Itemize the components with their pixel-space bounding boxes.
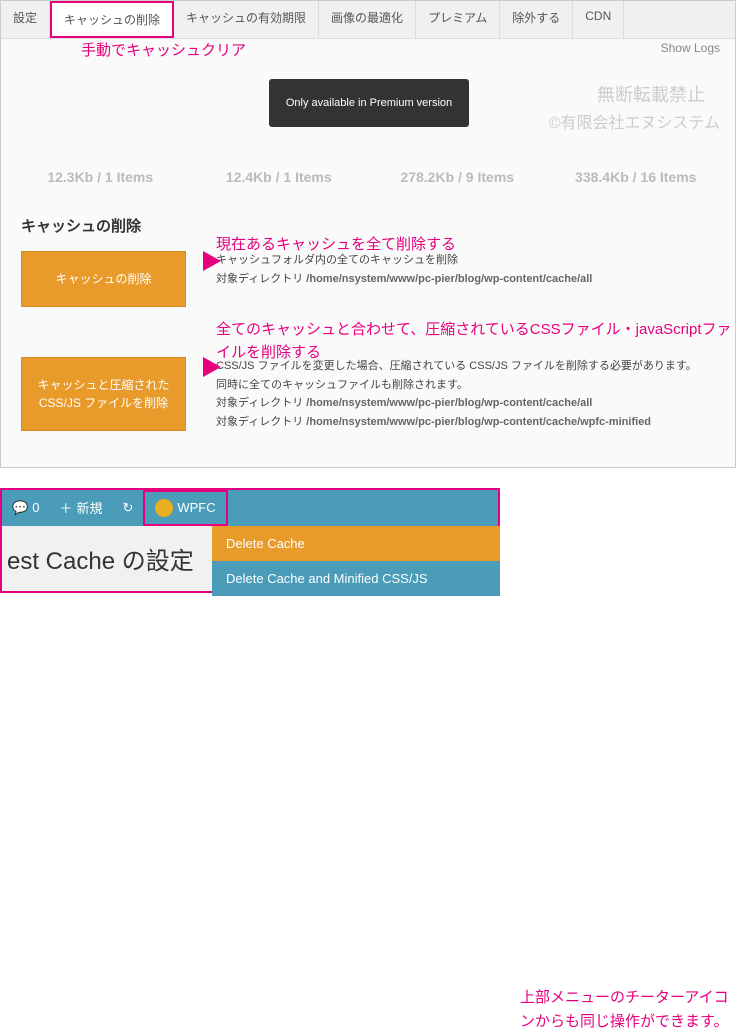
path-text: /home/nsystem/www/pc-pier/blog/wp-conten…: [306, 273, 592, 285]
dropdown-delete-cache[interactable]: Delete Cache: [212, 526, 500, 561]
path-text: /home/nsystem/www/pc-pier/blog/wp-conten…: [306, 397, 592, 409]
wpfc-label: WPFC: [177, 500, 215, 515]
new-label: 新規: [76, 498, 102, 517]
path-text: /home/nsystem/www/pc-pier/blog/wp-conten…: [306, 416, 651, 428]
delete-minified-button[interactable]: キャッシュと圧縮された CSS/JS ファイルを削除: [21, 357, 186, 431]
desc-line: 対象ディレクトリ /home/nsystem/www/pc-pier/blog/…: [216, 413, 715, 432]
tab-cdn[interactable]: CDN: [573, 1, 624, 38]
stat-value: 278.2Kb / 9 Items: [400, 169, 514, 185]
refresh-icon: ↻: [122, 500, 133, 516]
tab-exclude[interactable]: 除外する: [500, 1, 573, 38]
adminbar-comments[interactable]: 💬 0: [2, 490, 49, 526]
cheetah-icon: [155, 499, 173, 517]
tab-image-optimize[interactable]: 画像の最適化: [319, 1, 416, 38]
settings-panel: 設定 キャッシュの削除 キャッシュの有効期限 画像の最適化 プレミアム 除外する…: [0, 0, 736, 468]
action-delete-minified: キャッシュと圧縮された CSS/JS ファイルを削除 CSS/JS ファイルを変…: [21, 357, 715, 432]
annotation-adminbar: 上部メニューのチーターアイコンからも同じ操作ができます。: [520, 986, 730, 1034]
desc-line: 同時に全てのキャッシュファイルも削除されます。: [216, 376, 715, 395]
comment-count: 0: [32, 500, 39, 515]
stat-value: 338.4Kb / 16 Items: [575, 169, 696, 185]
action-delete-cache: キャッシュの削除 キャッシュフォルダ内の全てのキャッシュを削除 対象ディレクトリ…: [21, 251, 715, 307]
stat-value: 12.3Kb / 1 Items: [47, 169, 153, 185]
watermark-copyright: ©有限会社エヌシステム: [549, 109, 720, 133]
adminbar-panel: 💬 0 ＋ 新規 ↻ WPFC est Cache の設定 Delete Cac…: [0, 488, 500, 593]
stat-desktop: 12.3Kb / 1 Items: [11, 169, 190, 185]
tab-cache-ttl[interactable]: キャッシュの有効期限: [174, 1, 319, 38]
adminbar-new[interactable]: ＋ 新規: [49, 490, 112, 526]
desc-line: キャッシュフォルダ内の全てのキャッシュを削除: [216, 251, 715, 270]
adminbar-wpfc[interactable]: WPFC: [143, 490, 227, 526]
watermark-text: 無断転載禁止: [597, 81, 705, 107]
tab-premium[interactable]: プレミアム: [416, 1, 500, 38]
desc-line: 対象ディレクトリ /home/nsystem/www/pc-pier/blog/…: [216, 394, 715, 413]
stat-js: 338.4Kb / 16 Items: [547, 169, 726, 185]
delete-cache-button[interactable]: キャッシュの削除: [21, 251, 186, 307]
tab-settings[interactable]: 設定: [1, 1, 50, 38]
premium-tooltip: Only available in Premium version: [269, 79, 469, 127]
annotation-manual-clear: 手動でキャッシュクリア: [81, 39, 246, 60]
stats-row: 12.3Kb / 1 Items 12.4Kb / 1 Items 278.2K…: [1, 169, 735, 185]
wp-adminbar: 💬 0 ＋ 新規 ↻ WPFC: [2, 490, 498, 526]
stat-css: 278.2Kb / 9 Items: [368, 169, 547, 185]
plus-icon: ＋: [59, 498, 72, 517]
stat-value: 12.4Kb / 1 Items: [226, 169, 332, 185]
adminbar-refresh[interactable]: ↻: [112, 490, 143, 526]
stat-mobile: 12.4Kb / 1 Items: [190, 169, 369, 185]
delete-minified-desc: CSS/JS ファイルを変更した場合、圧縮されている CSS/JS ファイルを削…: [216, 357, 715, 432]
arrow-icon: [203, 357, 221, 377]
delete-cache-desc: キャッシュフォルダ内の全てのキャッシュを削除 対象ディレクトリ /home/ns…: [216, 251, 715, 288]
desc-line: CSS/JS ファイルを変更した場合、圧縮されている CSS/JS ファイルを削…: [216, 357, 715, 376]
desc-line: 対象ディレクトリ /home/nsystem/www/pc-pier/blog/…: [216, 270, 715, 289]
tab-delete-cache[interactable]: キャッシュの削除: [50, 1, 174, 38]
tabs-bar: 設定 キャッシュの削除 キャッシュの有効期限 画像の最適化 プレミアム 除外する…: [1, 1, 735, 39]
arrow-icon: [203, 251, 221, 271]
wpfc-dropdown: Delete Cache Delete Cache and Minified C…: [212, 526, 500, 596]
dropdown-delete-minified[interactable]: Delete Cache and Minified CSS/JS: [212, 561, 500, 596]
comment-icon: 💬: [12, 500, 28, 516]
show-logs-link[interactable]: Show Logs: [661, 41, 720, 55]
